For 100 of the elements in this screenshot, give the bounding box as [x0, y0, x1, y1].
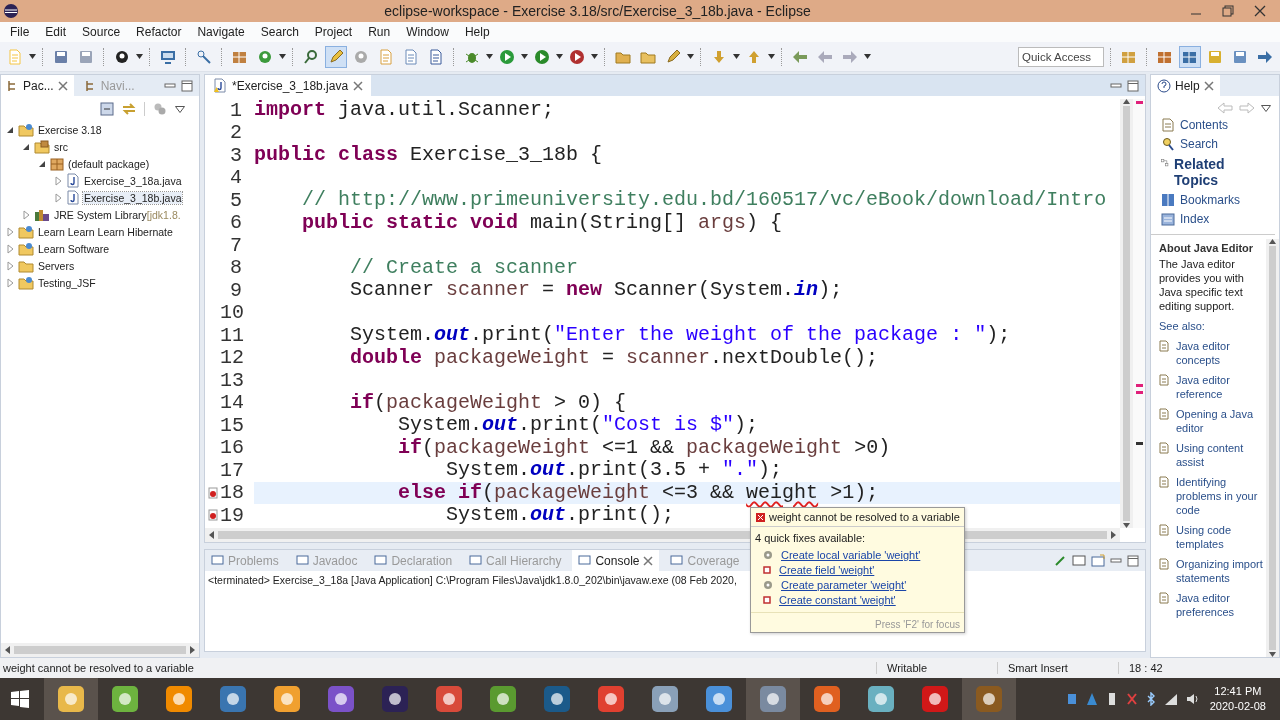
tray-icon[interactable]: [1065, 692, 1078, 706]
close-icon[interactable]: [353, 80, 364, 91]
quick-fix-link[interactable]: Create constant 'weight': [779, 594, 896, 606]
tree-item[interactable]: Learn Learn Learn Hibernate: [37, 225, 174, 238]
link-arrows-icon[interactable]: [122, 102, 136, 116]
help-link[interactable]: Using content assist: [1176, 441, 1264, 469]
tree-item[interactable]: Testing_JSF: [37, 276, 97, 289]
view-menu-icon[interactable]: [175, 105, 185, 113]
app-icon[interactable]: [650, 684, 680, 714]
app-icon[interactable]: [920, 684, 950, 714]
app-icon[interactable]: [704, 684, 734, 714]
caret-icon[interactable]: [136, 54, 143, 59]
editor-tab[interactable]: *Exercise_3_18b.java: [205, 75, 372, 96]
scroll-down-icon[interactable]: [1123, 523, 1130, 528]
menu-item[interactable]: Window: [398, 25, 457, 39]
app-icon[interactable]: [758, 684, 788, 714]
caret-icon[interactable]: [279, 54, 286, 59]
help-nav-link[interactable]: Related Topics: [1161, 156, 1231, 188]
close-icon[interactable]: [1203, 80, 1214, 91]
help-nav-link[interactable]: Contents: [1161, 118, 1275, 132]
minimize-icon[interactable]: [164, 80, 176, 91]
app-icon[interactable]: [272, 684, 302, 714]
maximize-icon[interactable]: [1127, 554, 1139, 567]
menu-item[interactable]: Refactor: [128, 25, 190, 39]
menu-item[interactable]: Help: [456, 25, 498, 39]
scroll-right-icon[interactable]: [190, 646, 195, 654]
caret-icon[interactable]: [591, 54, 598, 59]
menu-item[interactable]: Run: [360, 25, 399, 39]
quick-fix-link[interactable]: Create local variable 'weight': [781, 549, 921, 561]
help-link[interactable]: Java editor preferences: [1176, 591, 1264, 619]
collapse-all-icon[interactable]: [100, 102, 114, 116]
scroll-up-icon[interactable]: [1123, 99, 1130, 104]
close-icon[interactable]: [1254, 5, 1266, 17]
help-nav-link[interactable]: Search: [1161, 137, 1275, 151]
tree-item[interactable]: Servers: [37, 259, 76, 272]
monitor-icon[interactable]: [160, 48, 176, 65]
close-icon[interactable]: [643, 555, 654, 566]
vertical-scrollbar[interactable]: [1266, 239, 1279, 657]
vertical-scrollbar[interactable]: [1120, 99, 1133, 528]
help-link[interactable]: Identifying problems in your code: [1176, 475, 1264, 517]
caret-icon[interactable]: [687, 54, 694, 59]
tree-item[interactable]: JRE System Library[jdk1.8.: [53, 208, 182, 221]
menu-item[interactable]: File: [2, 25, 38, 39]
tree-item[interactable]: Learn Software: [37, 242, 111, 255]
quick-fix-link[interactable]: Create parameter 'weight': [781, 579, 907, 591]
maximize-icon[interactable]: [1222, 5, 1234, 17]
help-link[interactable]: Opening a Java editor: [1176, 407, 1264, 435]
speaker-icon[interactable]: [1185, 692, 1200, 706]
scroll-right-icon[interactable]: [1111, 531, 1116, 539]
help-link[interactable]: Java editor concepts: [1176, 339, 1264, 367]
app-icon[interactable]: [488, 684, 518, 714]
tree-item[interactable]: Exercise_3_18a.java: [83, 174, 183, 187]
app-icon[interactable]: [434, 684, 464, 714]
caret-icon[interactable]: [768, 54, 775, 59]
help-nav-link[interactable]: Bookmarks: [1161, 193, 1275, 207]
tree-item[interactable]: Exercise 3.18: [37, 123, 103, 136]
app-icon[interactable]: [974, 684, 1004, 714]
app-icon[interactable]: [542, 684, 572, 714]
app-icon[interactable]: [812, 684, 842, 714]
menu-item[interactable]: Edit: [37, 25, 75, 39]
caret-icon[interactable]: [521, 54, 528, 59]
app-icon[interactable]: [56, 684, 86, 714]
caret-icon[interactable]: [556, 54, 563, 59]
network-icon[interactable]: [1163, 692, 1178, 706]
scroll-left-icon[interactable]: [209, 531, 214, 539]
pin-icon[interactable]: [1053, 553, 1067, 568]
menu-item[interactable]: Project: [306, 25, 361, 39]
start-icon[interactable]: [10, 689, 30, 709]
maximize-icon[interactable]: [181, 79, 193, 92]
new-console-icon[interactable]: [1091, 553, 1105, 568]
app-icon[interactable]: [218, 684, 248, 714]
scroll-left-icon[interactable]: [5, 646, 10, 654]
caret-icon[interactable]: [733, 54, 740, 59]
tree-item[interactable]: Exercise_3_18b.java: [83, 191, 183, 204]
caret-icon[interactable]: [29, 54, 36, 59]
display-icon[interactable]: [1072, 553, 1086, 568]
view-tab[interactable]: Console: [572, 550, 660, 571]
maximize-icon[interactable]: [1127, 79, 1139, 92]
horizontal-scrollbar[interactable]: [1, 643, 199, 657]
pencil-icon[interactable]: [665, 48, 681, 65]
help-tab[interactable]: Help: [1151, 75, 1220, 96]
scroll-up-icon[interactable]: [1269, 239, 1276, 244]
minimize-icon[interactable]: [1110, 555, 1122, 566]
app-icon[interactable]: [164, 684, 194, 714]
view-menu-icon[interactable]: [1261, 104, 1271, 112]
save-icon[interactable]: [53, 48, 69, 65]
quick-fix-link[interactable]: Create field 'weight': [779, 564, 875, 576]
tree-item[interactable]: (default package): [67, 157, 151, 170]
close-icon[interactable]: [57, 80, 68, 91]
help-nav-link[interactable]: Index: [1161, 212, 1275, 226]
caret-icon[interactable]: [486, 54, 493, 59]
view-tab[interactable]: Pac...: [1, 75, 74, 96]
app-icon[interactable]: [866, 684, 896, 714]
caret-icon[interactable]: [864, 54, 871, 59]
save-all-icon[interactable]: [78, 48, 94, 65]
search-icon[interactable]: [303, 48, 319, 65]
help-link[interactable]: Using code templates: [1176, 523, 1264, 551]
menu-item[interactable]: Navigate: [189, 25, 253, 39]
app-icon[interactable]: [596, 684, 626, 714]
minimize-icon[interactable]: [1110, 80, 1122, 91]
